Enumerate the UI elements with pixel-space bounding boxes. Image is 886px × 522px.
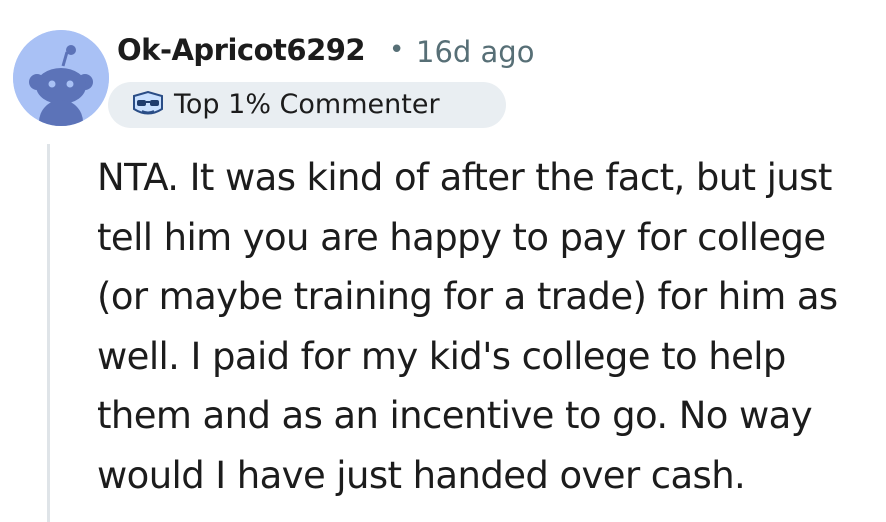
comment-text-line: would I have just handed over cash.	[97, 453, 746, 497]
thread-line[interactable]	[47, 144, 50, 522]
comment-text-line: well. I paid for my kid's college to hel…	[97, 334, 786, 378]
avatar[interactable]	[13, 30, 109, 126]
comment-text-line: tell him you are happy to pay for colleg…	[97, 215, 826, 259]
comment-timestamp[interactable]: 16d ago	[416, 35, 534, 69]
comment-text-line: NTA. It was kind of after the fact, but …	[97, 156, 832, 199]
badge-label: Top 1% Commenter	[174, 89, 440, 120]
meta-separator: •	[389, 35, 405, 65]
top-commenter-badge[interactable]: Top 1% Commenter	[108, 82, 506, 128]
comment-body: NTA. It was kind of after the fact, but …	[97, 148, 877, 505]
comment-author[interactable]: Ok-Apricot6292	[117, 33, 366, 67]
reddit-snoo-avatar-icon	[13, 30, 109, 126]
comment-text-line: (or maybe training for a trade) for him …	[97, 275, 838, 318]
sunglasses-trophy-icon	[131, 90, 165, 119]
comment-text-line: them and as an incentive to go. No way	[97, 394, 813, 437]
